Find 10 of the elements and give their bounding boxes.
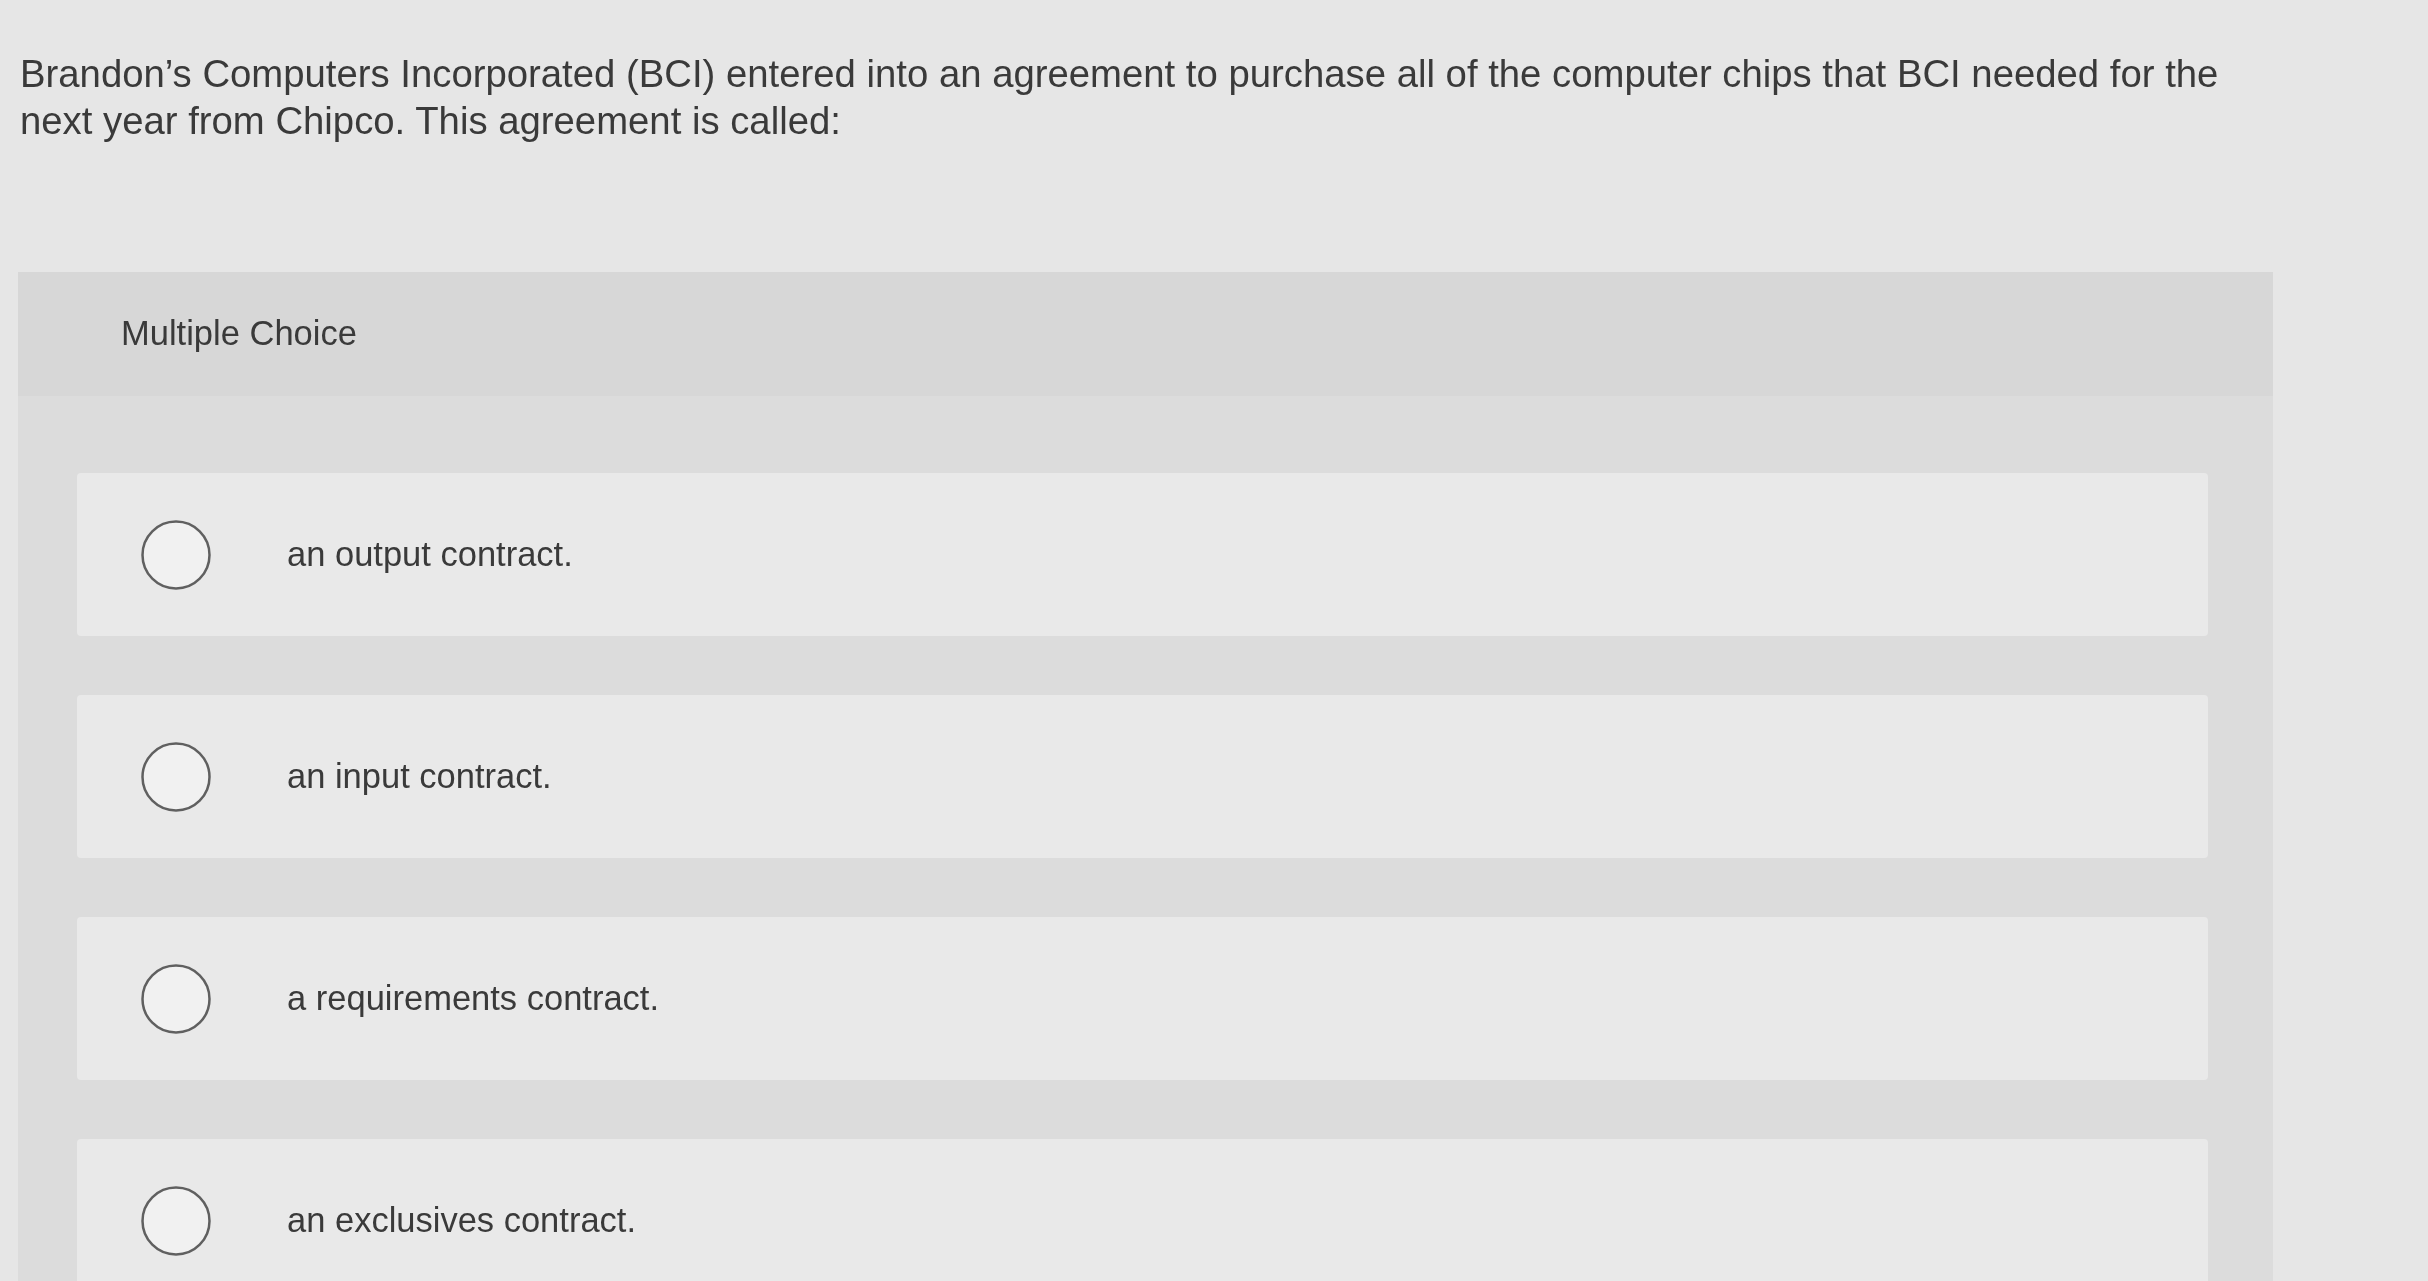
answer-option[interactable]: an exclusives contract. (77, 1139, 2208, 1281)
answer-option[interactable]: an output contract. (77, 473, 2208, 636)
radio-button-icon[interactable] (141, 1185, 211, 1256)
radio-button-icon[interactable] (141, 741, 211, 812)
radio-button-icon[interactable] (141, 963, 211, 1034)
answer-option[interactable]: an input contract. (77, 695, 2208, 858)
radio-button-icon[interactable] (141, 519, 211, 590)
question-type-label: Multiple Choice (121, 313, 357, 355)
answer-option[interactable]: a requirements contract. (77, 917, 2208, 1080)
question-text: Brandon’s Computers Incorporated (BCI) entered into an agreement to purchase all of the computer chips that BCI needed for the next year from Chipco. This agreement is called: (20, 51, 2220, 144)
